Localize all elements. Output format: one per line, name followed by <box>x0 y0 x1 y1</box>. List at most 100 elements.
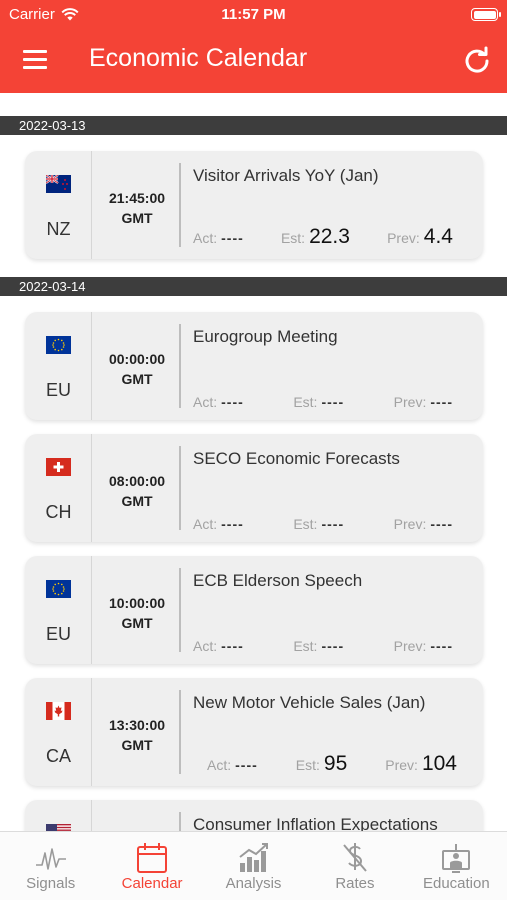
event-time: 10:00:00 <box>108 595 166 611</box>
event-card-eu-eurogroup-meeting[interactable]: EU 00:00:00 GMT Eurogroup Meeting Act: --… <box>25 312 483 420</box>
event-name: SECO Economic Forecasts <box>193 449 400 468</box>
flag-column: EU <box>25 312 92 420</box>
divider <box>179 812 181 831</box>
event-card-ch-seco-forecasts[interactable]: CH 08:00:00 GMT SECO Economic Forecasts … <box>25 434 483 542</box>
event-card-us-inflation-expectations[interactable]: Consumer Inflation Expectations <box>25 800 483 831</box>
actual-value: ---- <box>221 230 244 246</box>
actual-value: ---- <box>235 757 258 773</box>
country-code: CA <box>45 746 71 766</box>
app-header: Carrier 11:57 PM Economic Calendar <box>0 0 507 93</box>
eu-flag-icon <box>46 580 71 598</box>
tab-education[interactable]: Education <box>406 832 507 900</box>
calendar-list[interactable]: 2022-03-13 NZ 21:45:00 GMT Visitor Arriv… <box>0 93 507 831</box>
previous-value: ---- <box>430 394 453 410</box>
signals-icon <box>35 848 66 870</box>
estimate-label: Est: <box>293 394 318 410</box>
previous-label: Prev: <box>387 230 420 246</box>
event-stats: Act: ---- Est: ---- Prev: ---- <box>193 394 453 410</box>
previous-label: Prev: <box>393 516 427 532</box>
event-timezone: GMT <box>121 371 153 387</box>
estimate-value: ---- <box>321 394 345 410</box>
divider <box>179 324 181 408</box>
tab-label: Analysis <box>225 875 282 892</box>
event-timezone: GMT <box>121 737 153 753</box>
refresh-icon[interactable] <box>463 46 491 74</box>
actual-label: Act: <box>193 638 218 654</box>
event-stats: Act: ---- Est: 22.3 Prev: 4.4 <box>193 225 453 249</box>
estimate-label: Est: <box>293 516 318 532</box>
divider <box>179 163 181 247</box>
previous-label: Prev: <box>393 394 427 410</box>
status-bar: Carrier 11:57 PM <box>0 6 507 24</box>
actual-label: Act: <box>193 394 218 410</box>
actual-label: Act: <box>207 757 232 773</box>
event-name: Eurogroup Meeting <box>193 327 338 346</box>
date-header: 2022-03-13 <box>0 116 507 135</box>
event-time: 21:45:00 <box>108 190 166 206</box>
time-column: 00:00:00 GMT <box>93 312 181 420</box>
rates-icon <box>343 843 367 872</box>
event-name: New Motor Vehicle Sales (Jan) <box>193 693 426 712</box>
tab-rates[interactable]: Rates <box>304 832 405 900</box>
estimate-value: 22.3 <box>309 225 350 248</box>
page-title: Economic Calendar <box>89 44 308 72</box>
actual-label: Act: <box>193 230 218 246</box>
event-time: 00:00:00 <box>108 351 166 367</box>
country-code: EU <box>45 624 71 644</box>
event-time: 13:30:00 <box>108 717 166 733</box>
time-column: 08:00:00 GMT <box>93 434 181 542</box>
event-time: 08:00:00 <box>108 473 166 489</box>
country-code: EU <box>45 380 71 400</box>
eu-flag-icon <box>46 336 71 354</box>
status-time: 11:57 PM <box>221 6 286 23</box>
previous-value: ---- <box>430 638 453 654</box>
tab-signals[interactable]: Signals <box>0 832 101 900</box>
flag-column: CA <box>25 678 92 786</box>
nz-flag-icon <box>46 175 71 193</box>
event-timezone: GMT <box>121 493 153 509</box>
event-card-nz-visitor-arrivals[interactable]: NZ 21:45:00 GMT Visitor Arrivals YoY (Ja… <box>25 151 483 259</box>
estimate-value: ---- <box>321 516 345 532</box>
estimate-label: Est: <box>280 230 306 246</box>
previous-value: 104 <box>421 752 457 775</box>
event-name: Consumer Inflation Expectations <box>193 815 438 831</box>
event-timezone: GMT <box>121 210 153 226</box>
bottom-tab-bar: Signals Calendar Analysis Rates Educatio… <box>0 831 507 900</box>
event-stats: Act: ---- Est: ---- Prev: ---- <box>193 638 453 654</box>
tab-calendar[interactable]: Calendar <box>101 832 202 900</box>
country-code: CH <box>45 502 72 522</box>
time-column: 13:30:00 GMT <box>93 678 181 786</box>
hamburger-menu-icon[interactable] <box>23 50 47 70</box>
ca-flag-icon <box>46 702 71 720</box>
calendar-icon <box>137 843 168 873</box>
tab-label: Calendar <box>121 875 183 892</box>
event-name: ECB Elderson Speech <box>193 571 363 590</box>
us-flag-icon <box>46 824 71 831</box>
previous-label: Prev: <box>393 638 427 654</box>
divider <box>179 568 181 652</box>
ch-flag-icon <box>46 458 71 476</box>
event-stats: Act: ---- Est: ---- Prev: ---- <box>193 516 453 532</box>
estimate-value: ---- <box>321 638 345 654</box>
divider <box>179 690 181 774</box>
estimate-value: 95 <box>323 752 348 775</box>
flag-column: NZ <box>25 151 92 259</box>
flag-column <box>25 800 92 831</box>
event-stats: Act: ---- Est: 95 Prev: 104 <box>207 752 457 776</box>
tab-label: Signals <box>26 875 76 892</box>
previous-label: Prev: <box>385 757 418 773</box>
estimate-label: Est: <box>293 638 318 654</box>
actual-value: ---- <box>221 516 244 532</box>
battery-icon <box>471 8 501 21</box>
event-name: Visitor Arrivals YoY (Jan) <box>193 166 379 185</box>
date-header: 2022-03-14 <box>0 277 507 296</box>
country-code: NZ <box>46 219 71 239</box>
navigation-bar: Economic Calendar <box>0 40 507 82</box>
tab-analysis[interactable]: Analysis <box>203 832 304 900</box>
event-card-eu-ecb-speech[interactable]: EU 10:00:00 GMT ECB Elderson Speech Act:… <box>25 556 483 664</box>
actual-value: ---- <box>221 394 244 410</box>
event-timezone: GMT <box>121 615 153 631</box>
event-card-ca-motor-vehicle-sales[interactable]: CA 13:30:00 GMT New Motor Vehicle Sales … <box>25 678 483 786</box>
actual-value: ---- <box>221 638 244 654</box>
previous-value: ---- <box>430 516 453 532</box>
